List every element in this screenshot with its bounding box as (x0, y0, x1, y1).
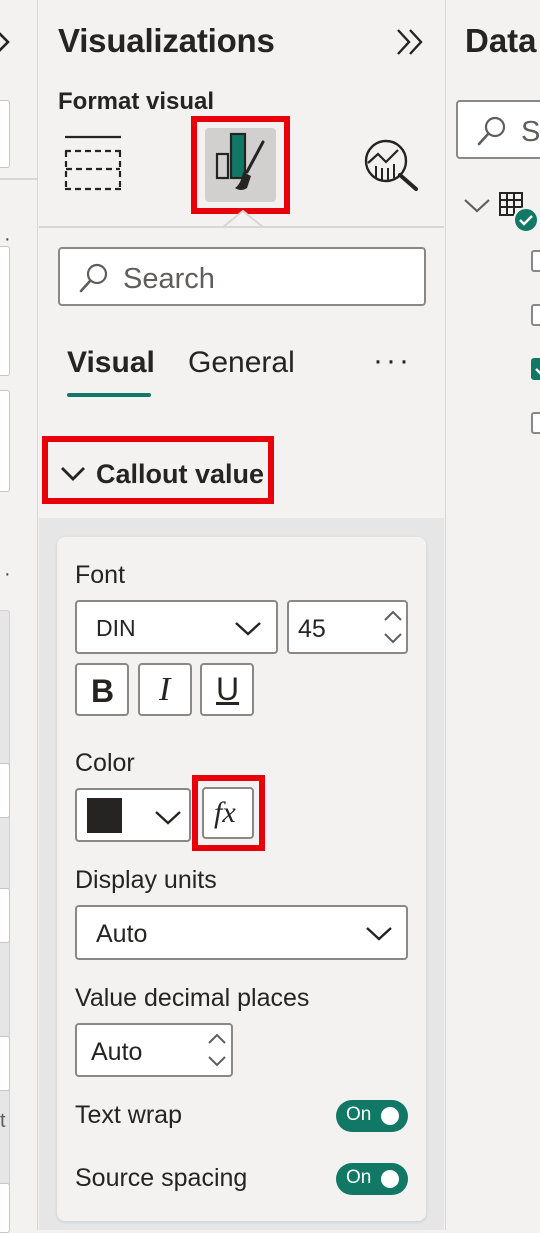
left-field[interactable] (0, 763, 10, 818)
data-pane-title: Data (465, 22, 537, 59)
build-visual-icon[interactable] (63, 134, 123, 192)
format-paintbrush-icon (213, 132, 273, 198)
toggle-state: On (346, 1167, 372, 1188)
more-options-icon[interactable]: ··· (373, 344, 412, 378)
data-search-placeholder: Search (521, 116, 540, 148)
data-pane-content: Data Search (445, 0, 540, 1230)
toggle-state: On (346, 1104, 372, 1125)
tab-active-indicator (67, 393, 151, 397)
font-family-dropdown[interactable]: DIN (75, 600, 278, 654)
chevron-down-icon (60, 466, 86, 482)
callout-value-header[interactable]: Callout value (42, 436, 274, 504)
color-picker[interactable] (75, 788, 191, 842)
italic-button[interactable]: I (138, 663, 192, 716)
section-label: Format visual (58, 88, 215, 115)
field-checkbox[interactable] (531, 412, 540, 434)
font-family-value: DIN (96, 615, 136, 641)
tab-general[interactable]: General (188, 346, 295, 380)
search-icon (78, 262, 110, 294)
underline-glyph: U (216, 671, 240, 707)
stepper-up-icon[interactable] (207, 1033, 227, 1045)
toggle-knob (381, 1107, 399, 1125)
chevron-down-icon (365, 926, 393, 942)
toggle-knob (381, 1170, 399, 1188)
tab-visual[interactable]: Visual (67, 346, 155, 380)
display-units-dropdown[interactable]: Auto (75, 905, 408, 960)
data-search-input[interactable]: Search (456, 100, 540, 159)
color-swatch (87, 798, 122, 833)
stepper-down-icon[interactable] (383, 632, 403, 644)
overflow-dot: · (4, 563, 11, 585)
left-field[interactable] (0, 390, 10, 492)
conditional-formatting-button[interactable]: fx (192, 775, 265, 851)
search-placeholder: Search (123, 263, 215, 295)
partial-text: t (0, 1110, 6, 1132)
italic-glyph: I (159, 671, 171, 708)
source-spacing-toggle[interactable]: On (336, 1163, 408, 1195)
decimal-places-label: Value decimal places (75, 984, 310, 1012)
text-wrap-label: Text wrap (75, 1101, 182, 1129)
left-field[interactable] (0, 246, 10, 376)
left-field[interactable] (0, 1036, 10, 1091)
analytics-icon[interactable] (362, 138, 420, 192)
table-icon (497, 190, 540, 234)
format-visual-button[interactable] (191, 116, 290, 214)
font-size-value: 45 (298, 615, 326, 643)
expand-icon[interactable] (0, 28, 16, 56)
chevron-down-icon (154, 810, 182, 826)
left-field[interactable] (0, 1183, 10, 1233)
chevron-down-icon[interactable] (463, 198, 491, 214)
search-icon (476, 115, 508, 147)
chevron-down-icon (234, 621, 262, 637)
section-title: Callout value (96, 459, 265, 489)
underline-button[interactable]: U (200, 663, 254, 716)
field-checkbox-checked[interactable] (531, 358, 540, 380)
font-label: Font (75, 561, 126, 589)
display-units-label: Display units (75, 866, 217, 894)
font-size-stepper[interactable]: 45 (287, 600, 408, 654)
bold-button[interactable]: B (75, 663, 129, 716)
left-field[interactable] (0, 100, 10, 168)
field-checkbox[interactable] (531, 250, 540, 272)
color-label: Color (75, 749, 135, 777)
search-input[interactable]: Search (58, 247, 426, 306)
stepper-up-icon[interactable] (383, 610, 403, 622)
field-checkbox[interactable] (531, 304, 540, 326)
display-units-value: Auto (96, 920, 148, 948)
stepper-down-icon[interactable] (207, 1055, 227, 1067)
bold-glyph: B (91, 673, 115, 709)
left-pane: · · t (0, 0, 38, 1233)
pane-title: Visualizations (58, 22, 275, 59)
decimal-places-value: Auto (91, 1038, 143, 1066)
text-wrap-toggle[interactable]: On (336, 1100, 408, 1132)
left-field[interactable] (0, 888, 10, 943)
source-spacing-label: Source spacing (75, 1164, 248, 1192)
pane-divider (39, 226, 444, 228)
decimal-places-stepper[interactable]: Auto (75, 1023, 233, 1077)
collapse-pane-icon[interactable] (396, 28, 426, 56)
fx-icon: fx (214, 796, 236, 829)
